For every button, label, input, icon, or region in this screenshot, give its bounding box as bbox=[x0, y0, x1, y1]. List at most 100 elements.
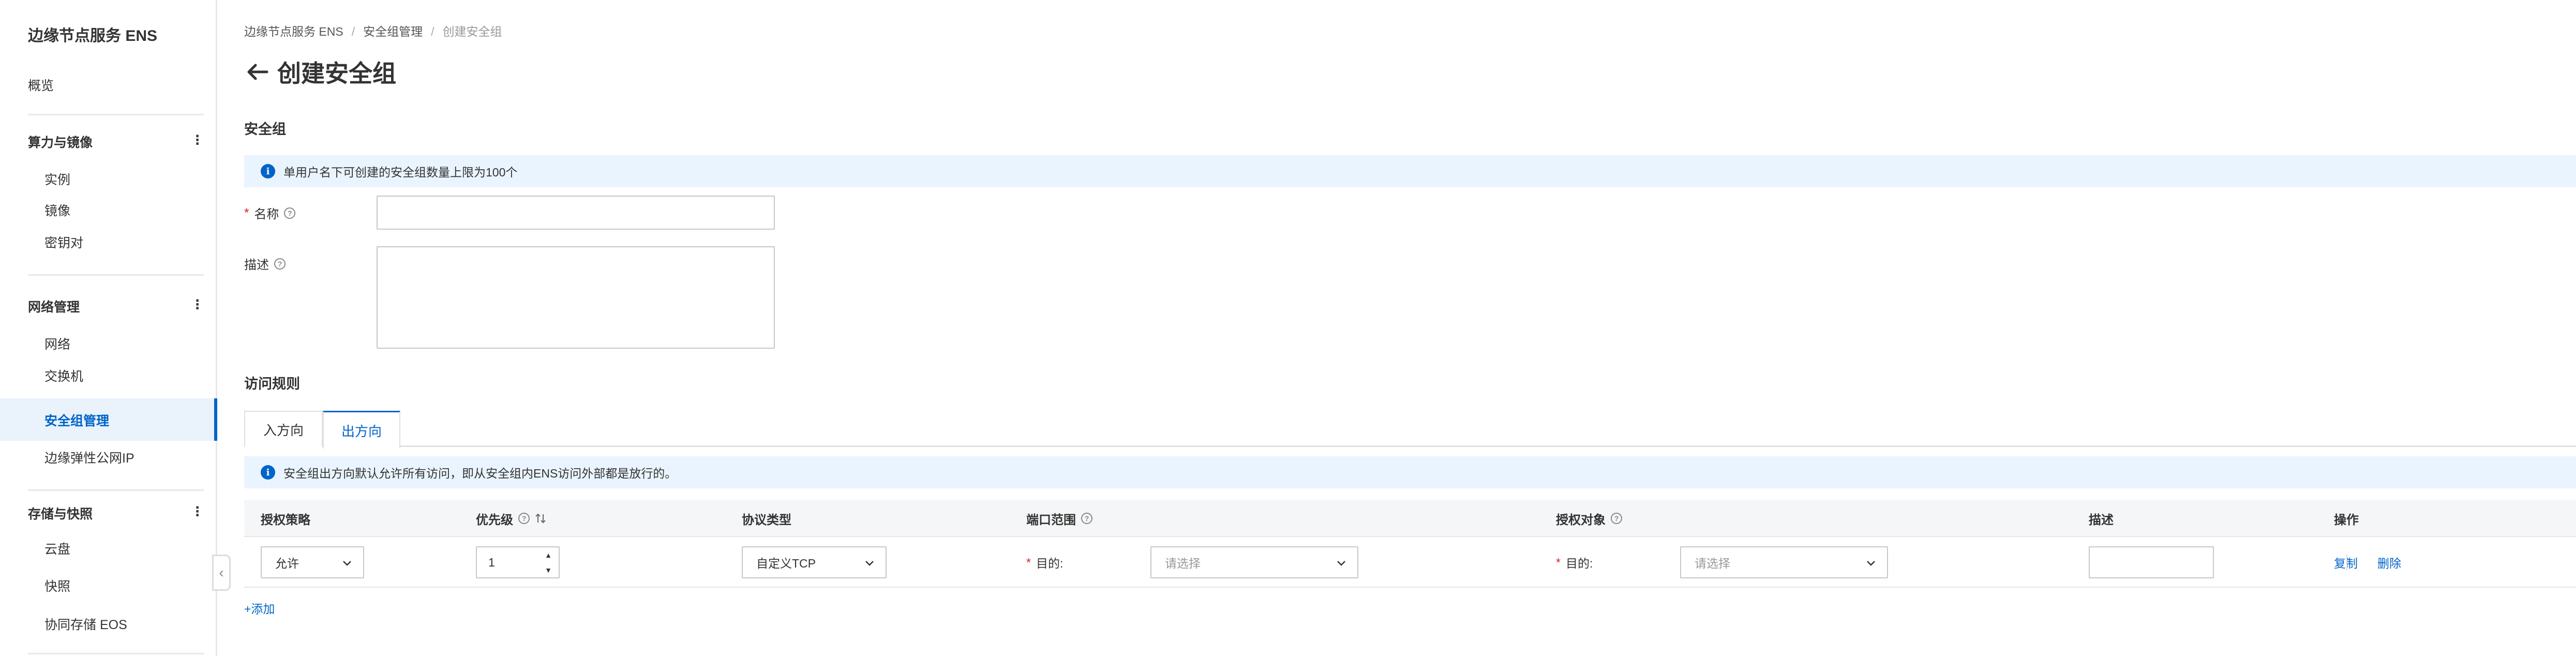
column-header-label: 端口范围 bbox=[1026, 513, 1076, 527]
breadcrumb-separator: / bbox=[431, 25, 435, 38]
main-content: 边缘节点服务 ENS / 安全组管理 / 创建安全组 创建安全组 安全组 i 单用户名下… bbox=[244, 0, 2576, 656]
info-icon: i bbox=[261, 465, 275, 480]
port-placeholder: 请选择 bbox=[1165, 557, 1201, 570]
port-label: * 目的: bbox=[1026, 546, 1063, 578]
sidebar-item-eip[interactable]: 边缘弹性公网IP bbox=[44, 448, 134, 467]
direction-tabs: 入方向 出方向 bbox=[244, 411, 2576, 449]
outbound-notice: i 安全组出方向默认允许所有访问，即从安全组内ENS访问外部都是放行的。 bbox=[244, 456, 2576, 488]
required-mark: * bbox=[1556, 555, 1561, 569]
tab-inbound[interactable]: 入方向 bbox=[244, 411, 323, 447]
sidebar-title: 边缘节点服务 ENS bbox=[28, 27, 158, 44]
stepper-controls: ▲ ▼ bbox=[538, 547, 559, 577]
sidebar-group-label: 存储与快照 bbox=[28, 507, 93, 521]
sidebar-item-snapshot[interactable]: 快照 bbox=[44, 576, 70, 595]
column-header-actions: 操作 bbox=[2334, 513, 2359, 527]
target-label-text: 目的: bbox=[1565, 557, 1593, 570]
copy-button[interactable]: 复制 bbox=[2334, 546, 2358, 578]
sidebar: 边缘节点服务 ENS 概览 算力与镜像 ⋮ 实例 镜像 密钥对 网络管理 ⋮ 网… bbox=[0, 0, 217, 656]
policy-value: 允许 bbox=[275, 557, 299, 570]
sidebar-item-eos[interactable]: 协同存储 EOS bbox=[44, 615, 127, 633]
priority-stepper[interactable]: 1 ▲ ▼ bbox=[476, 546, 560, 578]
more-icon[interactable]: ⋮ bbox=[191, 504, 204, 519]
port-range-select[interactable]: 请选择 bbox=[1150, 546, 1358, 578]
target-placeholder: 请选择 bbox=[1695, 557, 1730, 570]
help-icon[interactable]: ? bbox=[1611, 513, 1622, 524]
policy-select[interactable]: 允许 bbox=[261, 546, 364, 578]
port-label-text: 目的: bbox=[1036, 557, 1064, 570]
sidebar-divider bbox=[28, 274, 204, 276]
table-row: 允许 1 ▲ ▼ 自定义TCP * 目的: 请选择 * 目的: 请选择 复制 删… bbox=[244, 537, 2576, 588]
sidebar-divider bbox=[28, 114, 204, 115]
breadcrumb-item[interactable]: 边缘节点服务 ENS bbox=[244, 25, 343, 38]
sidebar-item-keypair[interactable]: 密钥对 bbox=[44, 233, 83, 251]
column-header-label: 优先级 bbox=[476, 513, 513, 527]
more-icon[interactable]: ⋮ bbox=[191, 132, 204, 148]
column-header-label: 授权对象 bbox=[1556, 513, 1606, 527]
app-root: 边缘节点服务 ENS 概览 算力与镜像 ⋮ 实例 镜像 密钥对 网络管理 ⋮ 网… bbox=[0, 0, 2576, 656]
more-icon[interactable]: ⋮ bbox=[191, 297, 204, 312]
sidebar-item-image[interactable]: 镜像 bbox=[44, 201, 70, 219]
description-label-text: 描述 bbox=[244, 258, 269, 272]
description-label: 描述 ? bbox=[244, 255, 286, 273]
delete-button[interactable]: 删除 bbox=[2377, 546, 2401, 578]
sidebar-divider bbox=[28, 653, 204, 654]
required-mark: * bbox=[244, 205, 249, 220]
chevron-down-icon bbox=[343, 561, 351, 566]
info-notice: i 单用户名下可创建的安全组数量上限为100个 bbox=[244, 155, 2576, 187]
sidebar-item-instance[interactable]: 实例 bbox=[44, 170, 70, 188]
section-title-rules: 访问规则 bbox=[244, 376, 300, 392]
target-label: * 目的: bbox=[1556, 546, 1593, 578]
action-separator bbox=[2346, 555, 2347, 570]
tab-outbound[interactable]: 出方向 bbox=[323, 411, 400, 449]
breadcrumb-current: 创建安全组 bbox=[442, 25, 502, 38]
column-header-target: 授权对象 ? bbox=[1556, 500, 1622, 537]
sidebar-group-label: 算力与镜像 bbox=[28, 136, 93, 150]
rule-description-input[interactable] bbox=[2089, 546, 2214, 578]
add-rule-button[interactable]: +添加 bbox=[244, 599, 275, 617]
notice-text: 单用户名下可创建的安全组数量上限为100个 bbox=[283, 166, 518, 179]
sidebar-group-network[interactable]: 网络管理 ⋮ bbox=[28, 297, 204, 316]
chevron-down-icon bbox=[1867, 561, 1875, 566]
sidebar-group-compute[interactable]: 算力与镜像 ⋮ bbox=[28, 132, 204, 151]
name-label-text: 名称 bbox=[254, 207, 279, 221]
column-header-protocol: 协议类型 bbox=[742, 513, 791, 527]
required-mark: * bbox=[1026, 555, 1031, 569]
notice-text: 安全组出方向默认允许所有访问，即从安全组内ENS访问外部都是放行的。 bbox=[283, 467, 677, 480]
section-title-security-group: 安全组 bbox=[244, 122, 286, 137]
sidebar-group-storage[interactable]: 存储与快照 ⋮ bbox=[28, 504, 204, 523]
column-header-policy: 授权策略 bbox=[261, 513, 310, 527]
help-icon[interactable]: ? bbox=[518, 513, 530, 524]
sidebar-item-switch[interactable]: 交换机 bbox=[44, 366, 83, 385]
name-label: * 名称 ? bbox=[244, 204, 296, 222]
chevron-left-icon[interactable]: ‹ bbox=[212, 555, 231, 591]
protocol-value: 自定义TCP bbox=[756, 557, 816, 570]
protocol-select[interactable]: 自定义TCP bbox=[742, 546, 887, 578]
name-input[interactable] bbox=[377, 196, 775, 230]
help-icon[interactable]: ? bbox=[274, 258, 286, 270]
sidebar-group-label: 网络管理 bbox=[28, 300, 80, 315]
active-indicator bbox=[214, 398, 217, 441]
rules-table-header: 授权策略 优先级 ? 协议类型 端口范围 ? 授权对象 ? 描述 操作 bbox=[244, 500, 2576, 537]
description-textarea[interactable] bbox=[377, 246, 775, 349]
column-header-description: 描述 bbox=[2089, 513, 2114, 527]
help-icon[interactable]: ? bbox=[1081, 513, 1092, 524]
chevron-down-icon bbox=[1337, 561, 1345, 566]
breadcrumb-item[interactable]: 安全组管理 bbox=[363, 25, 423, 38]
arrow-left-icon[interactable] bbox=[244, 59, 270, 85]
column-header-priority: 优先级 ? bbox=[476, 500, 546, 537]
breadcrumb: 边缘节点服务 ENS / 安全组管理 / 创建安全组 bbox=[244, 22, 502, 39]
sort-icon[interactable] bbox=[535, 512, 546, 525]
page-title: 创建安全组 bbox=[277, 60, 396, 87]
target-select[interactable]: 请选择 bbox=[1680, 546, 1888, 578]
sidebar-item-network[interactable]: 网络 bbox=[44, 334, 70, 353]
help-icon[interactable]: ? bbox=[284, 207, 296, 219]
increment-icon[interactable]: ▲ bbox=[538, 547, 559, 562]
info-icon: i bbox=[261, 164, 275, 178]
column-header-port-range: 端口范围 ? bbox=[1026, 500, 1092, 537]
priority-value: 1 bbox=[488, 555, 495, 569]
sidebar-item-label[interactable]: 安全组管理 bbox=[44, 411, 109, 429]
decrement-icon[interactable]: ▼ bbox=[538, 562, 559, 577]
breadcrumb-separator: / bbox=[351, 25, 355, 38]
sidebar-item-disk[interactable]: 云盘 bbox=[44, 539, 70, 558]
sidebar-item-overview[interactable]: 概览 bbox=[28, 76, 54, 94]
